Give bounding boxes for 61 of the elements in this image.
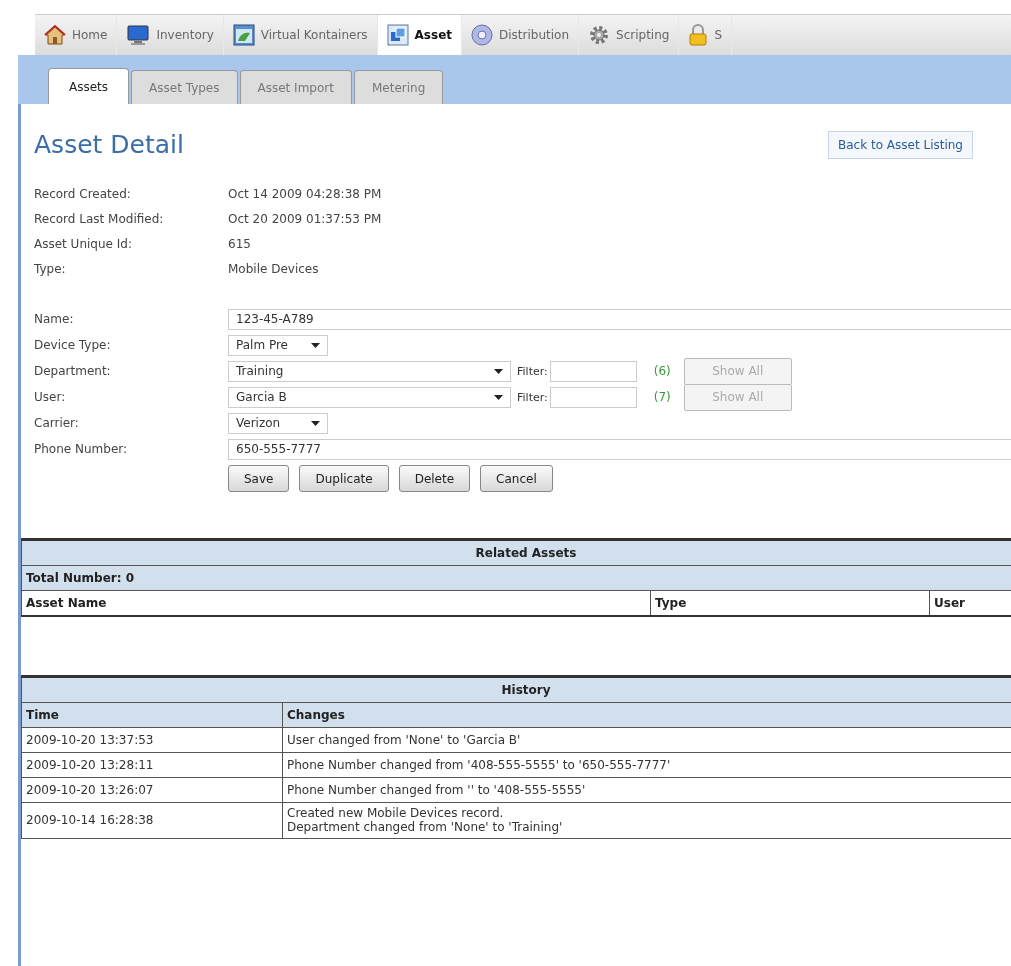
sub-tab[interactable]: Assets (48, 68, 130, 104)
field-label: Department: (34, 364, 112, 378)
table-cell: 2009-10-20 13:26:07 (21, 777, 283, 803)
window-icon (232, 24, 255, 46)
dropdown[interactable]: Garcia B (228, 386, 511, 408)
column-header: Type (650, 590, 930, 616)
result-count: (7) (653, 390, 672, 404)
field-label: Asset Unique Id: (34, 236, 133, 251)
table-cell: 2009-10-20 13:28:11 (21, 752, 283, 778)
total-count: Total Number: 0 (21, 565, 1011, 591)
field-value: Oct 14 2009 04:28:38 PM (228, 186, 382, 201)
table-cell: 2009-10-20 13:37:53 (21, 727, 283, 753)
table-cell: User changed from 'None' to 'Garcia B' (282, 727, 1011, 753)
action-button[interactable]: Save (228, 465, 290, 492)
caret-icon (494, 368, 503, 374)
action-button[interactable]: Cancel (480, 465, 553, 492)
table-cell: Created new Mobile Devices record. Department changed from 'None' to 'Training' (282, 802, 1011, 839)
table-cell: 2009-10-14 16:28:38 (21, 802, 283, 839)
column-header: Changes (282, 702, 1011, 728)
column-header: User (929, 590, 1011, 616)
action-button[interactable]: Duplicate (299, 465, 389, 492)
filter-label: Filter: (517, 364, 548, 378)
back-button[interactable]: Back to Asset Listing (828, 130, 973, 159)
field-value: 615 (228, 236, 251, 251)
caret-icon (311, 420, 320, 426)
dropdown[interactable]: Verizon (228, 412, 328, 434)
field-label: Record Created: (34, 186, 132, 201)
field-label: Device Type: (34, 338, 112, 352)
table-title: History (21, 676, 1011, 703)
column-header: Asset Name (21, 590, 651, 616)
filter-field[interactable] (549, 386, 637, 408)
column-header: Time (21, 702, 283, 728)
table-cell: Phone Number changed from '' to '408-555-5555' (282, 777, 1011, 803)
table-cell: Phone Number changed from '408-555-5555' to '650-555-7777' (282, 752, 1011, 778)
nav-tab[interactable]: Asset (377, 15, 463, 55)
result-count: (6) (653, 364, 672, 378)
field-label: Phone Number: (34, 442, 129, 456)
field-value: Oct 20 2009 01:37:53 PM (228, 211, 382, 226)
page-title: Asset Detail (34, 130, 184, 159)
house-icon (44, 24, 66, 46)
disc-icon (471, 24, 494, 46)
squares-icon (386, 24, 409, 46)
caret-icon (494, 394, 503, 400)
field-label: Type: (34, 261, 67, 276)
field-value: Mobile Devices (228, 261, 319, 276)
input-field[interactable]: 650-555-7777 (228, 438, 1011, 460)
input-field[interactable]: 123-45-A789 (228, 308, 1011, 330)
field-label: User: (34, 390, 67, 404)
padlock-icon (688, 24, 709, 46)
field-label: Name: (34, 312, 75, 326)
gear-icon (588, 24, 611, 46)
field-label: Record Last Modified: (34, 211, 165, 226)
filter-label: Filter: (517, 390, 548, 404)
dropdown[interactable]: Training (228, 360, 511, 382)
action-button[interactable]: Delete (398, 465, 471, 492)
filter-field[interactable] (549, 360, 637, 382)
caret-icon (311, 342, 320, 348)
field-label: Carrier: (34, 416, 80, 430)
dropdown[interactable]: Palm Pre (228, 334, 328, 356)
table-title: Related Assets (21, 539, 1011, 566)
monitor-icon (126, 24, 151, 46)
